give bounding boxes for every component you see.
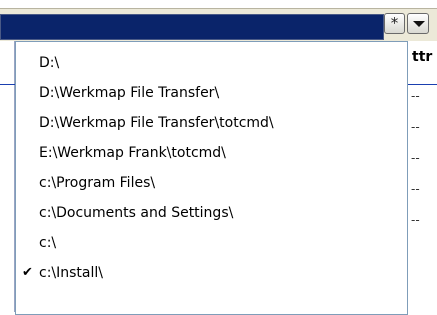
hotlist-star-button[interactable]: *: [384, 13, 405, 34]
history-item-selected[interactable]: ✔ c:\Install\: [16, 258, 408, 288]
star-label: *: [390, 14, 399, 32]
attr-cell: --: [411, 120, 420, 134]
attr-column-header[interactable]: ttr: [406, 41, 437, 85]
history-item-label: D:\Werkmap File Transfer\: [39, 85, 220, 101]
attr-cell: --: [411, 89, 420, 103]
history-item[interactable]: D:\: [16, 48, 408, 78]
attr-cell: --: [411, 213, 420, 227]
history-item[interactable]: D:\Werkmap File Transfer\: [16, 78, 408, 108]
directory-history-list[interactable]: D:\ D:\Werkmap File Transfer\ D:\Werkmap…: [15, 41, 408, 315]
history-item-label: c:\Install\: [39, 265, 103, 281]
history-item[interactable]: c:\Documents and Settings\: [16, 198, 408, 228]
panel-left-edge: [0, 41, 15, 312]
path-field[interactable]: [0, 14, 384, 40]
attr-column-label: ttr: [412, 49, 433, 65]
history-item-label: D:\Werkmap File Transfer\totcmd\: [39, 115, 274, 131]
history-item[interactable]: D:\Werkmap File Transfer\totcmd\: [16, 108, 408, 138]
history-item-label: c:\Documents and Settings\: [39, 205, 234, 221]
history-item-label: c:\: [39, 235, 57, 251]
history-item[interactable]: E:\Werkmap Frank\totcmd\: [16, 138, 408, 168]
checkmark-icon: ✔: [22, 265, 33, 280]
attr-cell: --: [411, 151, 420, 165]
history-dropdown-button[interactable]: [407, 13, 429, 34]
history-item[interactable]: c:\Program Files\: [16, 168, 408, 198]
history-item[interactable]: c:\: [16, 228, 408, 258]
history-item-label: c:\Program Files\: [39, 175, 156, 191]
history-item-label: D:\: [39, 55, 60, 71]
triangle-down-icon: [413, 21, 425, 27]
attr-cell: --: [411, 182, 420, 196]
history-item-label: E:\Werkmap Frank\totcmd\: [39, 145, 226, 161]
